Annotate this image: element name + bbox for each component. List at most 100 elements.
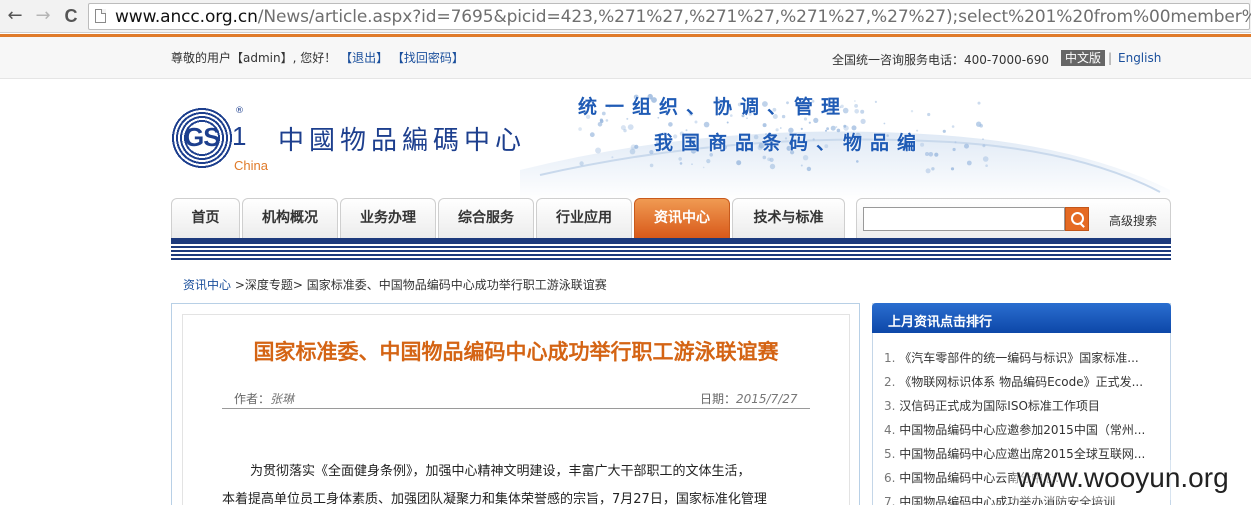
logo-gs-text: GS — [184, 122, 221, 152]
banner-dot — [985, 164, 988, 167]
banner-dot — [769, 163, 776, 170]
banner-dot — [605, 119, 609, 122]
banner-dot — [611, 156, 614, 159]
banner-dot — [925, 152, 929, 156]
recover-password-link[interactable]: 【找回密码】 — [392, 51, 464, 65]
list-item[interactable]: 2. 《物联网标识体系 物品编码Ecode》正式发... — [884, 370, 1164, 394]
breadcrumb-news-link[interactable]: 资讯中心 — [183, 278, 231, 292]
author-name: 张琳 — [270, 392, 295, 406]
banner-slogan-1: 统一组织、协调、管理 — [578, 96, 849, 118]
rank-number: 6. — [884, 471, 896, 485]
breadcrumb-trail: >深度专题> 国家标准委、中国物品编码中心成功举行职工游泳联谊赛 — [231, 278, 607, 292]
lang-chinese-button[interactable]: 中文版 — [1061, 50, 1106, 66]
banner-dot — [578, 127, 582, 131]
banner-dot — [800, 164, 803, 167]
ranking-title: 上月资讯点击排行 — [888, 315, 993, 330]
banner-dot — [691, 163, 693, 165]
banner-dot — [649, 150, 654, 155]
banner-dot — [874, 100, 877, 103]
nav-tab-industry[interactable]: 行业应用 — [536, 198, 632, 238]
banner-dot — [982, 144, 986, 148]
logo-china-text: China — [234, 158, 268, 173]
search-icon[interactable] — [1065, 207, 1089, 231]
banner-dot — [982, 138, 984, 140]
search-input[interactable] — [863, 207, 1065, 231]
meta-divider — [222, 408, 810, 409]
banner-dot — [854, 104, 858, 108]
banner-dot — [966, 160, 972, 166]
address-bar[interactable]: www.ancc.org.cn/News/article.aspx?id=769… — [88, 3, 1251, 30]
rank-number: 1. — [884, 351, 896, 365]
advanced-search-link[interactable]: 高级搜索 — [1109, 212, 1157, 229]
banner-dot — [726, 121, 729, 124]
logo-one-text: 1 — [232, 121, 247, 151]
back-icon[interactable]: ← — [4, 5, 26, 27]
banner-dot — [694, 120, 698, 124]
nav-tab-services[interactable]: 业务办理 — [340, 198, 436, 238]
greeting-text: 尊敬的用户【admin】, 您好！ — [171, 51, 337, 65]
rank-link[interactable]: 中国物品编码中心应邀参加2015中国（常州... — [899, 423, 1145, 437]
banner-dot — [883, 122, 886, 125]
banner-dot — [954, 141, 957, 144]
watermark-text: www.wooyun.org — [1017, 462, 1229, 493]
article-date: 日期：2015/7/27 — [700, 390, 798, 407]
main-nav: 首页 机构概况 业务办理 综合服务 行业应用 资讯中心 技术与标准 高级搜索 — [171, 198, 1171, 238]
url-text[interactable]: www.ancc.org.cn/News/article.aspx?id=769… — [115, 7, 1251, 27]
search-area: 高级搜索 — [856, 198, 1171, 238]
nav-tab-home[interactable]: 首页 — [171, 198, 240, 238]
nav-tab-comprehensive[interactable]: 综合服务 — [438, 198, 534, 238]
rank-number: 5. — [884, 447, 896, 461]
banner-dot — [854, 100, 856, 102]
rank-link[interactable]: 汉信码正式成为国际ISO标准工作项目 — [899, 399, 1100, 413]
banner-dot — [762, 123, 767, 128]
banner-dot — [620, 125, 626, 131]
lang-english-link[interactable]: English — [1118, 51, 1161, 65]
url-path: /News/article.aspx?id=7695&picid=423,%27… — [257, 7, 1251, 27]
banner-dot — [977, 101, 981, 105]
rank-number: 3. — [884, 399, 896, 413]
rank-link[interactable]: 《汽车零部件的统一编码与标识》国家标准... — [899, 351, 1138, 365]
banner-dot — [579, 161, 584, 166]
rank-number: 4. — [884, 423, 896, 437]
banner-dot — [928, 152, 934, 157]
banner-dot — [854, 109, 859, 114]
banner-dot — [762, 155, 767, 160]
banner-dot — [634, 144, 639, 149]
banner-dot — [952, 147, 956, 152]
logout-link[interactable]: 【退出】 — [340, 51, 388, 65]
nav-tab-about[interactable]: 机构概况 — [242, 198, 338, 238]
page-icon — [95, 9, 106, 23]
list-item[interactable]: 4. 中国物品编码中心应邀参加2015中国（常州... — [884, 418, 1164, 442]
rank-link[interactable]: 中国物品编码中心应邀出席2015全球互联网... — [899, 447, 1145, 461]
author-label: 作者： — [234, 392, 271, 406]
nav-tab-standards[interactable]: 技术与标准 — [732, 198, 845, 238]
banner-dot — [927, 112, 931, 117]
breadcrumb: 资讯中心 >深度专题> 国家标准委、中国物品编码中心成功举行职工游泳联谊赛 — [183, 276, 607, 293]
rank-number: 2. — [884, 375, 896, 389]
banner-dot — [931, 167, 935, 171]
rank-number: 7. — [884, 495, 896, 505]
banner-dot — [910, 110, 914, 113]
banner-dot — [964, 143, 969, 149]
rank-link[interactable]: 《物联网标识体系 物品编码Ecode》正式发... — [899, 375, 1143, 389]
forward-icon[interactable]: → — [32, 5, 54, 27]
date-label: 日期： — [700, 392, 737, 406]
banner-dot — [702, 166, 705, 169]
banner-dot — [860, 118, 866, 124]
banner-dot — [703, 121, 710, 128]
banner-dot — [589, 132, 595, 138]
reload-icon[interactable]: C — [60, 5, 82, 27]
banner-dot — [679, 162, 683, 165]
banner-dot — [808, 121, 811, 124]
article-paragraph-1: 为贯彻落实《全面健身条例》，加强中心精神文明建设，丰富广大干部职工的文体生活， — [250, 464, 751, 479]
list-item[interactable]: 3. 汉信码正式成为国际ISO标准工作项目 — [884, 394, 1164, 418]
banner-dot — [767, 157, 771, 162]
banner-slogan-2: 我国商品条码、物品编 — [654, 132, 925, 154]
url-host: www.ancc.org.cn — [115, 7, 258, 27]
browser-toolbar: ← → C www.ancc.org.cn/News/article.aspx?… — [0, 0, 1251, 33]
nav-tab-news[interactable]: 资讯中心 — [634, 198, 730, 238]
list-item[interactable]: 1. 《汽车零部件的统一编码与标识》国家标准... — [884, 346, 1164, 370]
banner-dot — [982, 156, 989, 162]
banner-dot — [736, 160, 742, 166]
hotline-text: 全国统一咨询服务电话：400-7000-690 — [832, 53, 1050, 67]
